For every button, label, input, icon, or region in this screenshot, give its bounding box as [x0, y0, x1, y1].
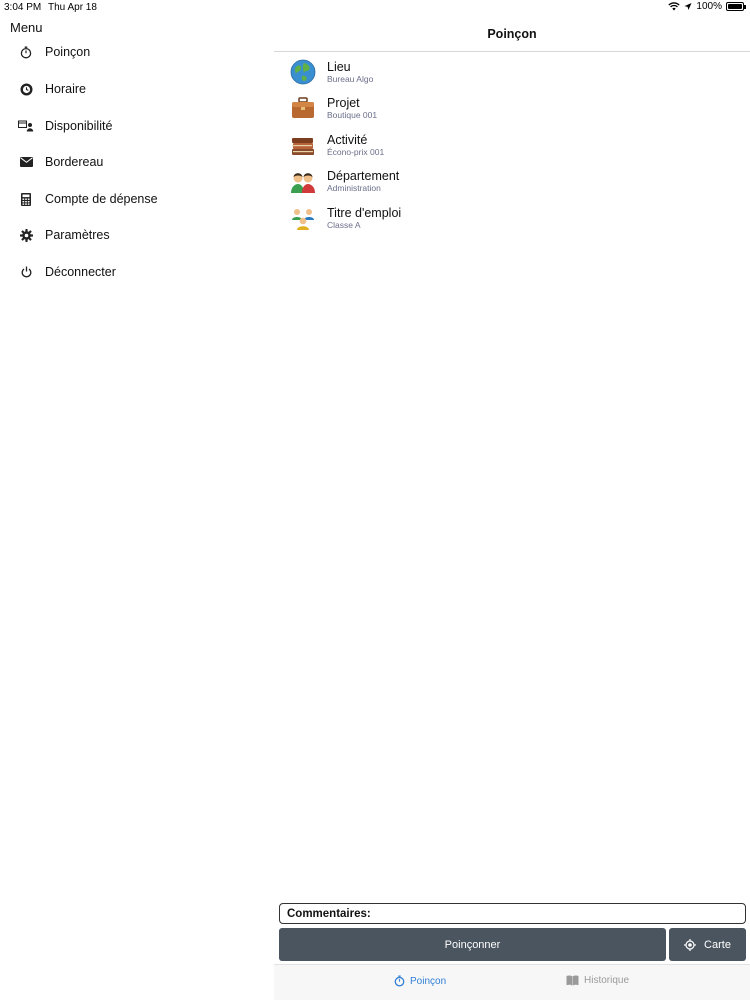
calculator-icon [18, 191, 34, 207]
row-subtitle: Administration [327, 182, 381, 193]
comment-label: Commentaires: [287, 907, 371, 920]
team-icon [292, 209, 314, 230]
row-subtitle: Bureau Algo [327, 73, 374, 84]
list-item-lieu[interactable]: Lieu Bureau Algo [274, 54, 750, 90]
comment-field[interactable]: Commentaires: [279, 903, 746, 924]
books-icon [292, 138, 314, 155]
sidebar-item-label: Paramètres [45, 228, 110, 242]
sidebar-item-bordereau[interactable]: Bordereau [0, 145, 272, 179]
envelope-icon [18, 154, 34, 170]
punch-button[interactable]: Poinçonner [279, 928, 666, 961]
tab-historique[interactable]: Historique [566, 975, 629, 986]
tab-label: Historique [584, 975, 630, 986]
tab-bar: Poinçon Historique [274, 964, 750, 1000]
row-title: Activité [327, 132, 368, 147]
people-icon [291, 173, 315, 193]
gear-icon [18, 227, 34, 243]
sidebar-item-label: Bordereau [45, 155, 104, 169]
row-subtitle: Écono-prix 001 [327, 146, 385, 157]
row-title: Lieu [327, 59, 351, 74]
stopwatch-icon [394, 975, 405, 987]
battery-icon [726, 2, 746, 11]
row-title: Projet [327, 95, 360, 110]
sidebar-item-label: Déconnecter [45, 265, 116, 279]
sidebar: Menu Poinçon Horaire Disponibilité Borde… [0, 16, 272, 1000]
row-subtitle: Classe A [327, 219, 361, 230]
status-time: 3:04 PM [4, 2, 42, 13]
sidebar-item-label: Disponibilité [45, 119, 113, 133]
crosshair-icon [684, 938, 697, 951]
status-right: 100% [668, 1, 746, 12]
stopwatch-icon [18, 44, 34, 60]
tab-poincon[interactable]: Poinçon [394, 975, 446, 987]
page-title: Poinçon [487, 26, 537, 41]
list-item-projet[interactable]: Projet Boutique 001 [274, 90, 750, 126]
book-icon [566, 975, 579, 986]
status-bar: 3:04 PM Thu Apr 18 100% [0, 0, 750, 16]
power-icon [18, 264, 34, 280]
list-item-activite[interactable]: Activité Écono-prix 001 [274, 127, 750, 163]
status-date: Thu Apr 18 [48, 2, 97, 13]
briefcase-icon [292, 97, 314, 118]
wifi-icon [668, 2, 681, 11]
availability-icon [18, 118, 34, 134]
globe-icon [290, 59, 316, 85]
tab-label: Poinçon [410, 975, 447, 987]
sidebar-item-label: Poinçon [45, 45, 91, 59]
clock-icon [18, 81, 34, 97]
sidebar-item-poincon[interactable]: Poinçon [0, 35, 272, 69]
location-arrow-icon [684, 3, 692, 10]
row-title: Département [327, 168, 400, 183]
battery-percent: 100% [696, 1, 722, 12]
main-pane: Poinçon Lieu Bureau Algo Projet Boutique… [274, 16, 750, 1000]
row-subtitle: Boutique 001 [327, 109, 378, 120]
list-item-departement[interactable]: Département Administration [274, 163, 750, 199]
list-item-titre-emploi[interactable]: Titre d'emploi Classe A [274, 200, 750, 236]
sidebar-item-label: Horaire [45, 82, 86, 96]
nav-header: Poinçon [274, 16, 750, 52]
sidebar-item-deconnecter[interactable]: Déconnecter [0, 255, 272, 289]
sidebar-title: Menu [10, 20, 43, 35]
sidebar-item-compte-de-depense[interactable]: Compte de dépense [0, 182, 272, 216]
sidebar-item-horaire[interactable]: Horaire [0, 72, 272, 106]
map-button-label: Carte [704, 938, 731, 951]
punch-button-label: Poinçonner [444, 938, 501, 951]
sidebar-item-parametres[interactable]: Paramètres [0, 218, 272, 252]
row-title: Titre d'emploi [327, 205, 402, 220]
map-button[interactable]: Carte [669, 928, 746, 961]
sidebar-item-disponibilite[interactable]: Disponibilité [0, 109, 272, 143]
sidebar-item-label: Compte de dépense [45, 192, 158, 206]
